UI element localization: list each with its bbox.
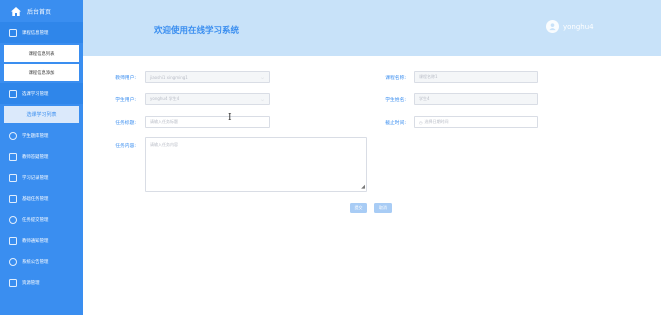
sidebar-item-label: 学生题库管理 <box>22 133 49 139</box>
text-cursor-icon: I <box>228 113 232 123</box>
records-icon <box>9 173 17 182</box>
qa-icon <box>9 152 17 161</box>
course-name-field[interactable]: 课程名称1 <box>414 71 538 83</box>
student-name-value: 学生4 <box>419 96 430 101</box>
notice-icon <box>9 236 17 245</box>
sidebar-item-label: 学习记录管理 <box>22 175 49 181</box>
app-root: 后台首页 课程信息管理 课程信息列表 课程信息添加 选课学习管理 选课学习列表 … <box>0 0 661 324</box>
chevron-down-icon: ⌵ <box>260 97 264 102</box>
resize-handle-icon[interactable]: ◢ <box>361 185 365 190</box>
student-select[interactable]: yonghu4 学生4 ⌵ <box>145 93 270 105</box>
edit-icon <box>9 89 17 98</box>
student-label: 学生用户: <box>115 98 136 103</box>
sidebar-item-announcements[interactable]: 系统公告管理 <box>0 251 83 272</box>
sidebar-item-label: 任务提交管理 <box>22 217 49 223</box>
task-content-label: 任务内容: <box>115 144 136 149</box>
sidebar-home-label: 后台首页 <box>27 8 52 16</box>
teacher-label: 教师用户: <box>115 76 136 81</box>
tasks-icon <box>9 194 17 203</box>
student-name-field[interactable]: 学生4 <box>414 93 538 105</box>
sidebar-subitem-course-add[interactable]: 课程信息添加 <box>4 64 79 81</box>
announcement-icon <box>9 257 17 266</box>
sidebar: 后台首页 课程信息管理 课程信息列表 课程信息添加 选课学习管理 选课学习列表 … <box>0 0 83 315</box>
task-title-placeholder: 请输入任务标题 <box>150 119 178 124</box>
sidebar-item-label: 基础任务管理 <box>22 196 49 202</box>
sidebar-item-label: 教师答疑管理 <box>22 154 49 160</box>
sidebar-item-label: 课程信息管理 <box>22 30 49 36</box>
sidebar-item-label: 资源管理 <box>22 280 40 286</box>
sidebar-item-label: 教师通知管理 <box>22 238 49 244</box>
teacher-select-value: jiaoshi1 xingming1 <box>150 74 188 80</box>
sidebar-subitem-study-list[interactable]: 选课学习列表 <box>4 106 79 123</box>
submission-icon <box>9 215 17 224</box>
sidebar-item-course-study[interactable]: 选课学习管理 <box>0 83 83 104</box>
deadline-picker[interactable]: ◷ 选择日期时间 <box>414 116 538 128</box>
deadline-placeholder: 选择日期时间 <box>424 119 449 124</box>
sidebar-item-basic-tasks[interactable]: 基础任务管理 <box>0 188 83 209</box>
sidebar-item-teacher-qa[interactable]: 教师答疑管理 <box>0 146 83 167</box>
task-content-textarea[interactable]: 请输入任务内容 ◢ <box>145 137 367 192</box>
task-content-placeholder: 请输入任务内容 <box>150 142 178 147</box>
sidebar-subitem-course-list[interactable]: 课程信息列表 <box>4 45 79 62</box>
question-icon <box>9 131 17 140</box>
course-name-value: 课程名称1 <box>419 74 438 79</box>
sidebar-item-teacher-notices[interactable]: 教师通知管理 <box>0 230 83 251</box>
resources-icon <box>9 278 17 287</box>
student-select-value: yonghu4 学生4 <box>150 96 180 101</box>
sidebar-item-course-info[interactable]: 课程信息管理 <box>0 22 83 43</box>
clock-icon: ◷ <box>419 119 423 125</box>
submit-button[interactable]: 提交 <box>350 203 367 213</box>
chevron-down-icon: ⌵ <box>260 75 264 80</box>
sidebar-item-label: 系统公告管理 <box>22 259 49 265</box>
page-title: 欢迎使用在线学习系统 <box>154 26 240 36</box>
sidebar-item-question-bank[interactable]: 学生题库管理 <box>0 125 83 146</box>
sidebar-item-resources[interactable]: 资源管理 <box>0 272 83 293</box>
deadline-label: 截止时间: <box>385 121 406 126</box>
teacher-select[interactable]: jiaoshi1 xingming1 ⌵ <box>145 71 270 83</box>
user-menu[interactable]: yonghu4 <box>546 20 594 33</box>
top-header: 欢迎使用在线学习系统 yonghu4 <box>83 0 661 56</box>
course-info-icon <box>9 28 17 37</box>
sidebar-item-study-records[interactable]: 学习记录管理 <box>0 167 83 188</box>
task-title-input[interactable]: 请输入任务标题 <box>145 116 270 128</box>
username: yonghu4 <box>563 22 594 31</box>
sidebar-item-label: 选课学习管理 <box>22 91 49 97</box>
sidebar-home-link[interactable]: 后台首页 <box>0 0 83 22</box>
cancel-button[interactable]: 取消 <box>374 203 392 213</box>
avatar <box>546 20 559 33</box>
home-icon <box>11 6 21 16</box>
task-title-label: 任务标题: <box>115 121 136 126</box>
course-name-label: 课程名称: <box>385 76 406 81</box>
student-name-label: 学生姓名: <box>385 98 406 103</box>
sidebar-item-task-submissions[interactable]: 任务提交管理 <box>0 209 83 230</box>
